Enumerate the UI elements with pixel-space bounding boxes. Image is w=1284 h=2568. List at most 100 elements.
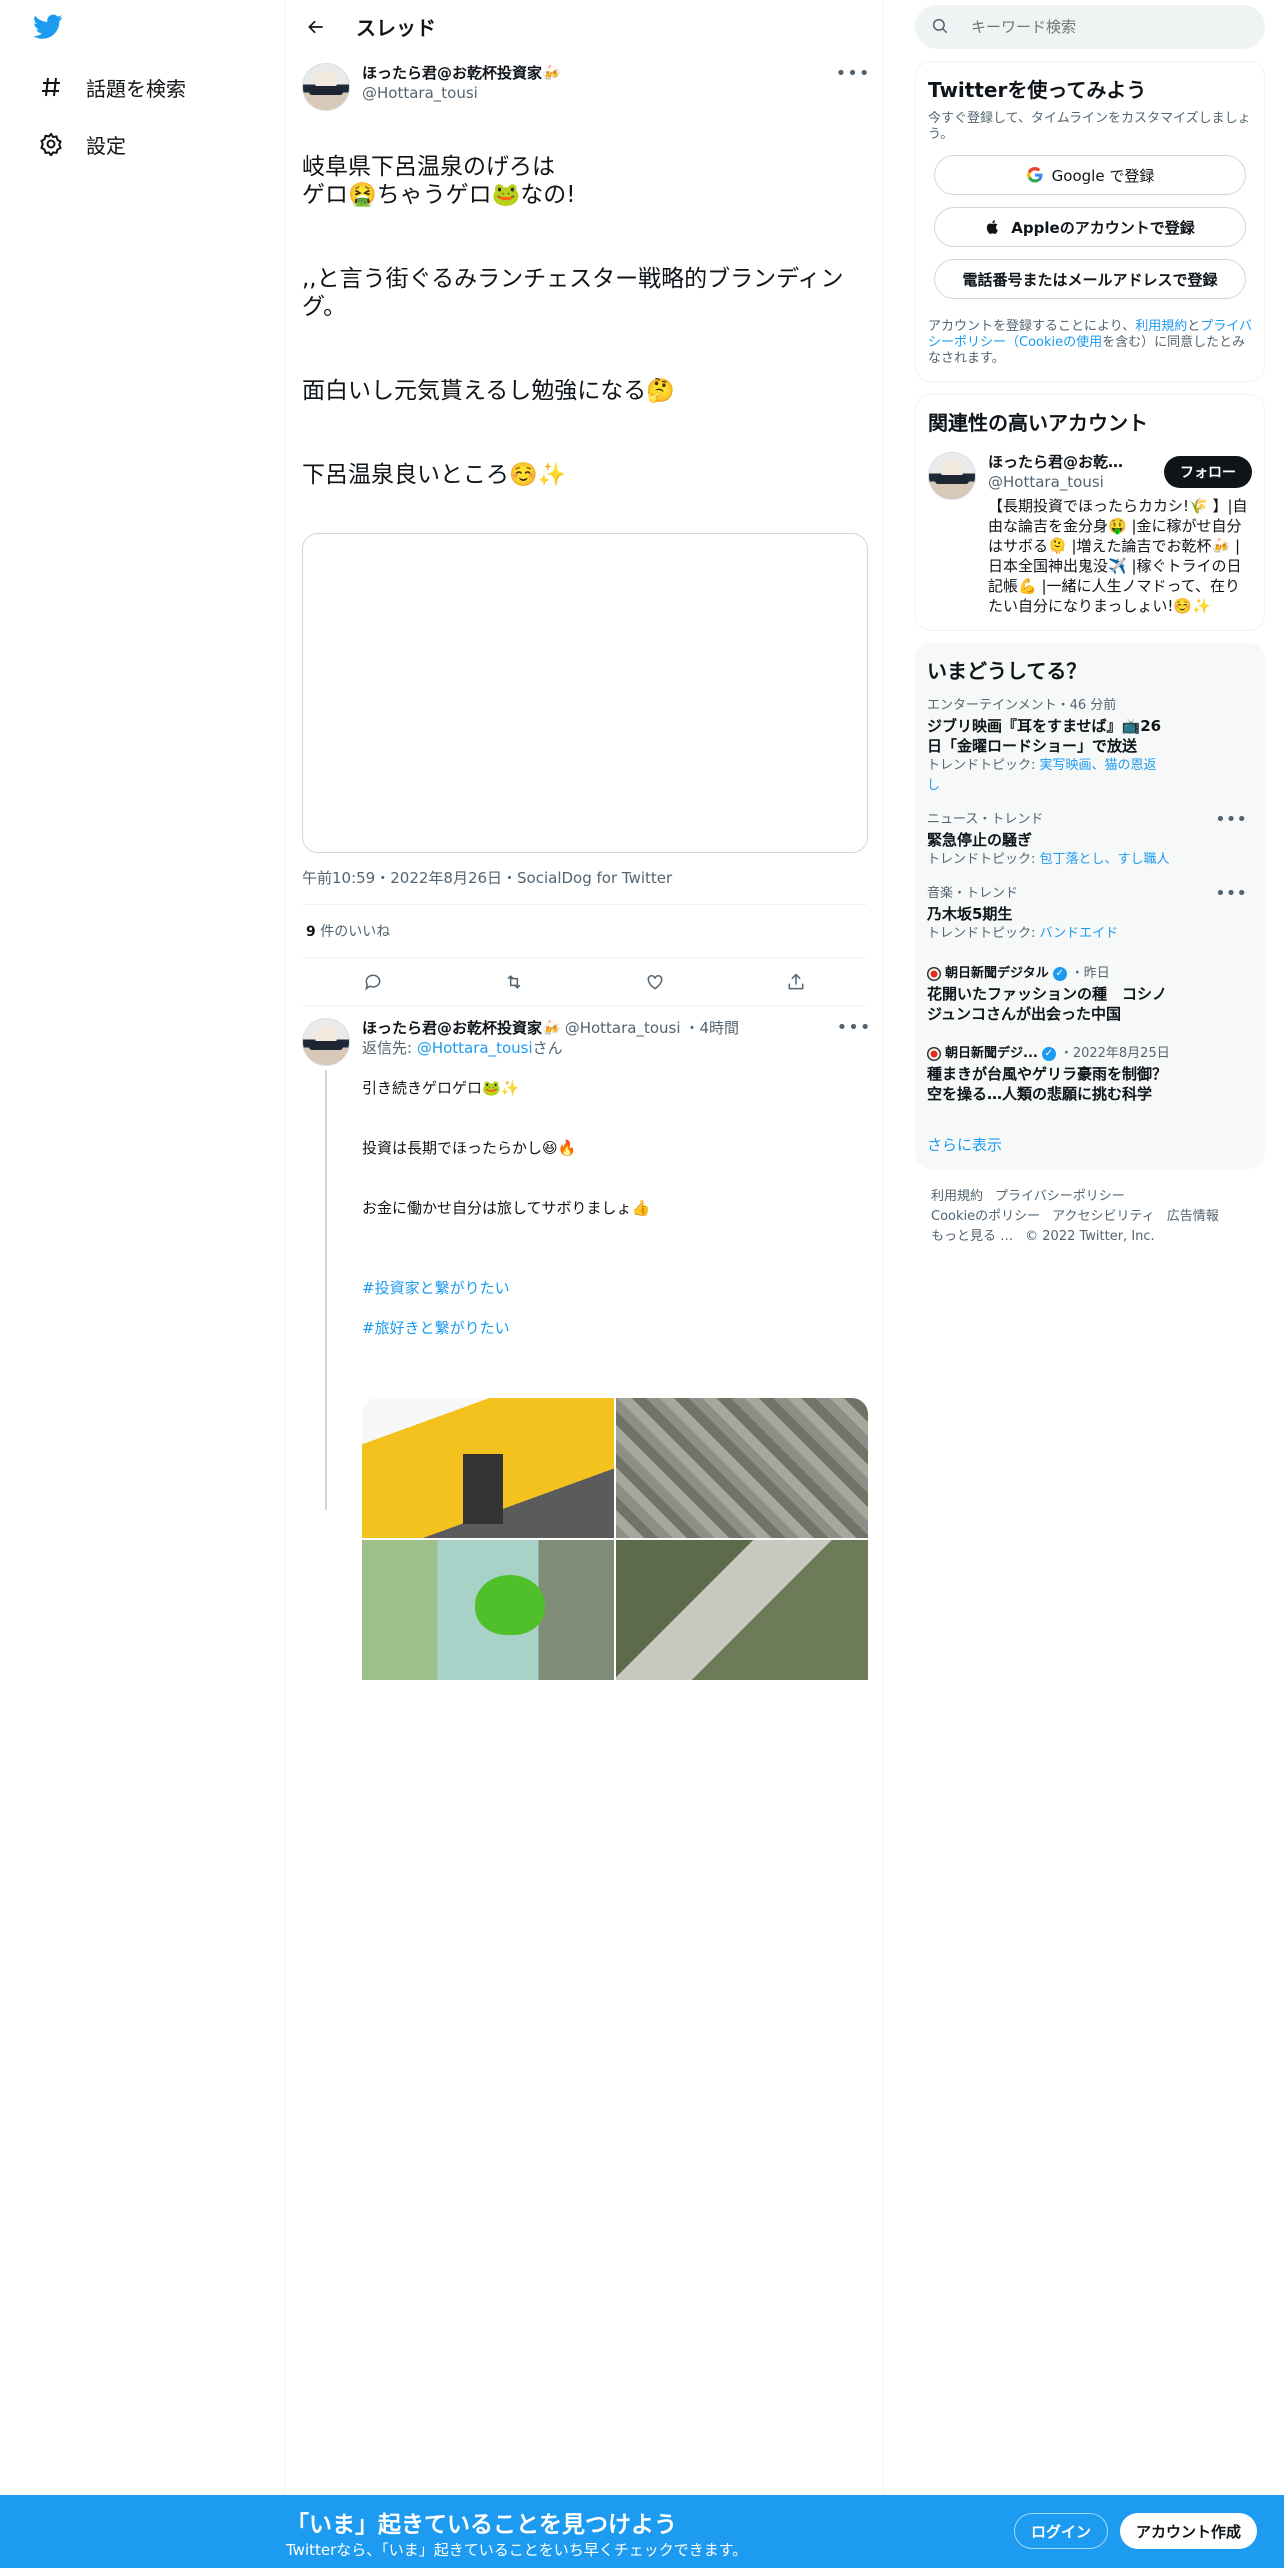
- reply-icon[interactable]: [356, 965, 390, 999]
- reply-tweet[interactable]: ほったら君@お乾杯投資家🍻 @Hottara_tousi ・4時間 ••• 返信…: [286, 1006, 883, 1680]
- photo-stone-path[interactable]: [616, 1398, 868, 1538]
- media-card[interactable]: [302, 533, 868, 853]
- footer-link[interactable]: 利用規約: [931, 1189, 983, 1204]
- google-icon: [1026, 166, 1044, 184]
- related-title: 関連性の高いアカウント: [928, 411, 1148, 435]
- reply-time[interactable]: ・4時間: [685, 1018, 740, 1038]
- news-source: 朝日新聞デジ...: [945, 1046, 1038, 1061]
- apple-signup-button[interactable]: Appleのアカウントで登録: [934, 207, 1246, 247]
- login-button[interactable]: ログイン: [1014, 2513, 1109, 2549]
- search-icon: [931, 17, 951, 37]
- show-more-link[interactable]: さらに表示: [927, 1134, 1253, 1155]
- trends-card: いまどうしてる？ エンターテインメント・46 分前 ジブリ映画『耳をすませば』📺…: [915, 643, 1265, 1169]
- news-item[interactable]: 朝日新聞デジタル ✓ ・昨日 花開いたファッションの種 コシノジュンコさんが出会…: [927, 964, 1253, 1024]
- reply-line: お金に働かせ自分は旅してサボりましょ👍: [362, 1199, 651, 1217]
- more-options-icon[interactable]: •••: [1215, 884, 1247, 904]
- news-source: 朝日新聞デジタル: [945, 966, 1049, 981]
- twitter-logo-icon[interactable]: [33, 14, 63, 40]
- right-sidebar: Twitterを使ってみよう 今すぐ登録して、タイムラインをカスタマイズしましょ…: [915, 0, 1265, 1247]
- nav-explore[interactable]: 話題を検索: [30, 63, 194, 111]
- trend-topic-prefix: トレンドトピック:: [927, 852, 1040, 867]
- terms-text: アカウントを登録することにより、利用規約とプライバシーポリシー（Cookieの使…: [928, 319, 1252, 367]
- nav-settings[interactable]: 設定: [30, 120, 134, 168]
- gear-icon: [38, 131, 64, 157]
- related-account[interactable]: ほったら君@お乾杯投資家🍻 @Hottara_tousi 【長期投資でほったらカ…: [928, 452, 1252, 616]
- retweet-icon[interactable]: [497, 965, 531, 999]
- related-name[interactable]: ほったら君@お乾杯投資家🍻: [988, 452, 1138, 472]
- avatar[interactable]: [928, 452, 976, 500]
- trend-topic-link[interactable]: バンドエイド: [1040, 926, 1119, 941]
- photo-shop-front[interactable]: [362, 1398, 614, 1538]
- thread-header: スレッド: [286, 0, 883, 53]
- trends-title: いまどうしてる？: [927, 659, 1087, 683]
- reply-author-handle[interactable]: @Hottara_tousi: [565, 1018, 681, 1038]
- reply-to-prefix: 返信先:: [362, 1039, 417, 1057]
- likes-label: 件のいいね: [320, 924, 391, 940]
- more-options-icon[interactable]: •••: [836, 63, 870, 84]
- news-source-logo-icon: [927, 967, 941, 981]
- avatar[interactable]: [302, 63, 350, 111]
- main-tweet: ほったら君@お乾杯投資家🍻 @Hottara_tousi ••• 岐阜県下呂温泉…: [286, 53, 883, 1006]
- trend-topic-prefix: トレンドトピック:: [927, 926, 1040, 941]
- trend-title: ジブリ映画『耳をすませば』📺26日「金曜ロードショー」で放送: [927, 717, 1162, 755]
- more-options-icon[interactable]: •••: [837, 1018, 871, 1038]
- nav-settings-label: 設定: [86, 133, 126, 158]
- hashtag-link[interactable]: #投資家と繋がりたい: [362, 1278, 868, 1298]
- more-options-icon[interactable]: •••: [1215, 810, 1247, 830]
- reply-text: 引き続きゲロゲロ🐸✨ 投資は長期でほったらかし😆🔥 お金に働かせ自分は旅してサボ…: [362, 1058, 868, 1378]
- apple-signup-label: Appleのアカウントで登録: [1011, 218, 1195, 237]
- news-title: 種まきが台風やゲリラ豪雨を制御？ 空を操る…人類の悲願に挑む科学: [927, 1065, 1183, 1103]
- footer-link[interactable]: 広告情報: [1167, 1209, 1219, 1224]
- author-handle[interactable]: @Hottara_tousi: [362, 83, 561, 103]
- avatar[interactable]: [302, 1018, 350, 1066]
- main-column: スレッド ほったら君@お乾杯投資家🍻 @Hottara_tousi ••• 岐阜…: [286, 0, 884, 2495]
- reply-author-name[interactable]: ほったら君@お乾杯投資家🍻: [362, 1018, 561, 1038]
- trend-topic-link[interactable]: 包丁落とし、すし職人: [1040, 852, 1170, 867]
- google-signup-button[interactable]: Google で登録: [934, 155, 1246, 195]
- trend-item[interactable]: ニュース・トレンド 緊急停止の騒ぎ トレンドトピック: 包丁落とし、すし職人 •…: [927, 810, 1253, 870]
- footer-link[interactable]: アクセシビリティ: [1052, 1209, 1155, 1224]
- photo-frog-statue[interactable]: [362, 1540, 614, 1680]
- follow-button[interactable]: フォロー: [1164, 456, 1252, 488]
- copyright: © 2022 Twitter, Inc.: [1025, 1229, 1155, 1244]
- news-title: 花開いたファッションの種 コシノジュンコさんが出会った中国: [927, 985, 1168, 1023]
- trend-title: 緊急停止の騒ぎ: [927, 831, 1033, 849]
- author-name[interactable]: ほったら君@お乾杯投資家🍻: [362, 63, 561, 83]
- left-nav: 話題を検索 設定: [0, 0, 285, 2495]
- reply-line: 引き続きゲロゲロ🐸✨: [362, 1079, 520, 1097]
- reply-to-handle[interactable]: @Hottara_tousi: [417, 1039, 533, 1057]
- photo-waterfall[interactable]: [616, 1540, 868, 1680]
- signup-card: Twitterを使ってみよう 今すぐ登録して、タイムラインをカスタマイズしましょ…: [915, 61, 1265, 382]
- hashtag-icon: [38, 74, 64, 100]
- news-item[interactable]: 朝日新聞デジ... ✓ ・2022年8月25日 種まきが台風やゲリラ豪雨を制御？…: [927, 1044, 1253, 1104]
- phone-signup-button[interactable]: 電話番号またはメールアドレスで登録: [934, 259, 1246, 299]
- verified-badge-icon: ✓: [1041, 1047, 1056, 1061]
- tweet-paragraph: ,,と言う街ぐるみランチェスター戦略的ブランディング。: [302, 266, 844, 320]
- terms-link[interactable]: 利用規約: [1135, 319, 1187, 334]
- verified-badge-icon: ✓: [1052, 967, 1067, 981]
- footer-link[interactable]: Cookieのポリシー: [931, 1209, 1040, 1224]
- trend-title: 乃木坂5期生: [927, 905, 1013, 923]
- likes-count[interactable]: 9 件のいいね: [302, 905, 867, 958]
- share-icon[interactable]: [779, 965, 813, 999]
- news-source-logo-icon: [927, 1047, 941, 1061]
- create-account-button[interactable]: アカウント作成: [1120, 2513, 1258, 2549]
- signup-desc: 今すぐ登録して、タイムラインをカスタマイズしましょう。: [928, 111, 1251, 142]
- bottom-bar-subtitle: Twitterなら、「いま」起きていることをいち早くチェックできます。: [286, 2541, 748, 2559]
- search-box[interactable]: [915, 5, 1265, 49]
- like-icon[interactable]: [638, 965, 672, 999]
- related-bio: 【長期投資でほったらカカシ!🌾 】|自由な論吉を金分身🤑 |金に稼がせ自分はサボ…: [988, 497, 1248, 615]
- reply-to: 返信先: @Hottara_tousiさん: [362, 1038, 868, 1058]
- trend-item[interactable]: エンターテインメント・46 分前 ジブリ映画『耳をすませば』📺26日「金曜ロード…: [927, 696, 1253, 796]
- bottom-bar-title: 「いま」起きていることを見つけよう: [286, 2512, 677, 2538]
- back-arrow-icon[interactable]: [302, 13, 330, 41]
- reply-to-suffix: さん: [532, 1039, 563, 1057]
- trend-item[interactable]: 音楽・トレンド 乃木坂5期生 トレンドトピック: バンドエイド •••: [927, 884, 1253, 944]
- footer-link[interactable]: もっと見る …: [931, 1229, 1013, 1244]
- trend-category: ニュース・トレンド: [927, 812, 1044, 827]
- search-input[interactable]: [971, 18, 1221, 36]
- terms-and: と: [1187, 319, 1201, 334]
- footer-link[interactable]: プライバシーポリシー: [995, 1189, 1125, 1204]
- tweet-timestamp[interactable]: 午前10:59・2022年8月26日・SocialDog for Twitter: [302, 867, 867, 905]
- hashtag-link[interactable]: #旅好きと繋がりたい: [362, 1318, 868, 1338]
